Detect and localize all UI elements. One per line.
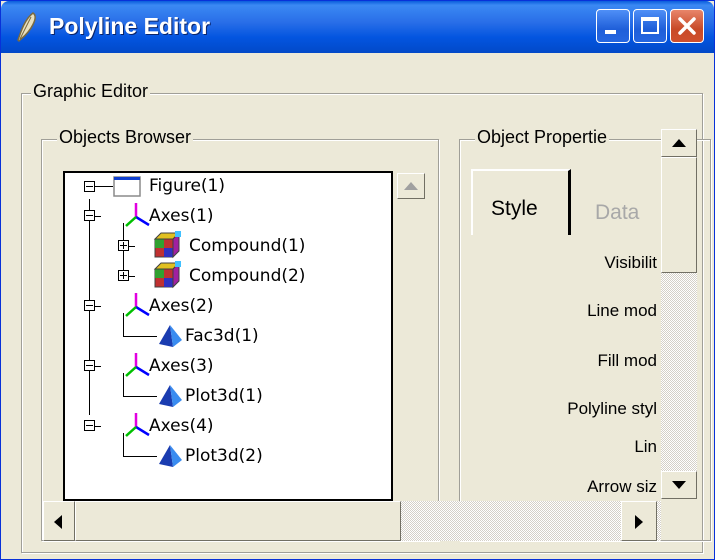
tree-connector — [123, 336, 157, 337]
graphic-editor-label: Graphic Editor — [31, 81, 151, 101]
properties-scroll-thumb[interactable] — [661, 157, 697, 273]
surface-icon — [159, 325, 182, 347]
surface-icon — [159, 445, 182, 467]
close-button[interactable] — [670, 9, 704, 43]
field-polyline-style-label: Polyline styl — [567, 399, 657, 418]
properties-scroll-down-button[interactable] — [661, 471, 697, 499]
tree-node-axes-4[interactable]: Axes(4) — [149, 416, 214, 436]
collapse-toggle[interactable] — [84, 300, 95, 311]
tree-node-plot3d-1[interactable]: Plot3d(1) — [185, 386, 263, 406]
field-arrow-size-label: Arrow siz — [587, 477, 657, 496]
arrow-left-icon — [54, 515, 62, 529]
expand-toggle[interactable] — [118, 270, 129, 281]
feather-icon — [17, 12, 36, 43]
properties-scroll-up-button[interactable] — [661, 129, 697, 157]
compound-icon — [153, 261, 181, 289]
minimize-button[interactable] — [596, 9, 630, 43]
tree-node-axes-2[interactable]: Axes(2) — [149, 296, 214, 316]
surface-icon — [159, 385, 182, 407]
maximize-button[interactable] — [633, 9, 667, 43]
tree-node-axes-1[interactable]: Axes(1) — [149, 206, 214, 226]
tree-vertical-scrollbar[interactable] — [395, 171, 427, 501]
maximize-icon — [641, 17, 659, 34]
arrow-up-icon — [404, 182, 418, 190]
tree-node-axes-3[interactable]: Axes(3) — [149, 356, 214, 376]
tree-connector — [95, 186, 113, 187]
collapse-toggle[interactable] — [84, 181, 95, 192]
objects-browser-label: Objects Browser — [57, 127, 194, 147]
scroll-left-button[interactable] — [43, 501, 75, 541]
arrow-up-icon — [672, 139, 686, 147]
field-fill-mode-label: Fill mod — [597, 351, 657, 370]
title-bar[interactable]: Polyline Editor — [1, 1, 714, 53]
compound-icon — [153, 231, 181, 259]
window-title: Polyline Editor — [49, 13, 211, 39]
scroll-up-button[interactable] — [397, 173, 425, 199]
properties-panel: Visibilit Line mod Fill mod Polyline sty… — [467, 169, 657, 499]
horizontal-scroll-thumb[interactable] — [75, 501, 401, 541]
scroll-right-button[interactable] — [621, 501, 657, 541]
collapse-toggle[interactable] — [84, 420, 95, 431]
tree-node-plot3d-2[interactable]: Plot3d(2) — [185, 446, 263, 466]
tree-node-fac3d-1[interactable]: Fac3d(1) — [185, 326, 259, 346]
tree-node-compound-1[interactable]: Compound(1) — [189, 236, 305, 256]
figure-icon — [113, 176, 141, 197]
tree-connector — [123, 456, 157, 457]
minimize-icon — [605, 30, 616, 34]
object-tree[interactable]: Figure(1) Axes(1) Compound(1) Compound(2… — [63, 171, 393, 501]
tree-node-figure[interactable]: Figure(1) — [149, 176, 225, 196]
field-visibility-label: Visibilit — [604, 253, 657, 272]
close-icon — [678, 17, 696, 35]
tree-node-compound-2[interactable]: Compound(2) — [189, 266, 305, 286]
field-line-mode-label: Line mod — [587, 301, 657, 320]
object-properties-label: Object Propertie — [475, 127, 610, 147]
arrow-right-icon — [635, 515, 643, 529]
polyline-editor-window: Polyline Editor Graphic Editor Objects B… — [0, 0, 715, 560]
field-line-label: Lin — [634, 437, 657, 456]
tree-connector — [123, 396, 157, 397]
arrow-down-icon — [672, 481, 686, 489]
expand-toggle[interactable] — [118, 240, 129, 251]
collapse-toggle[interactable] — [84, 360, 95, 371]
collapse-toggle[interactable] — [84, 210, 95, 221]
